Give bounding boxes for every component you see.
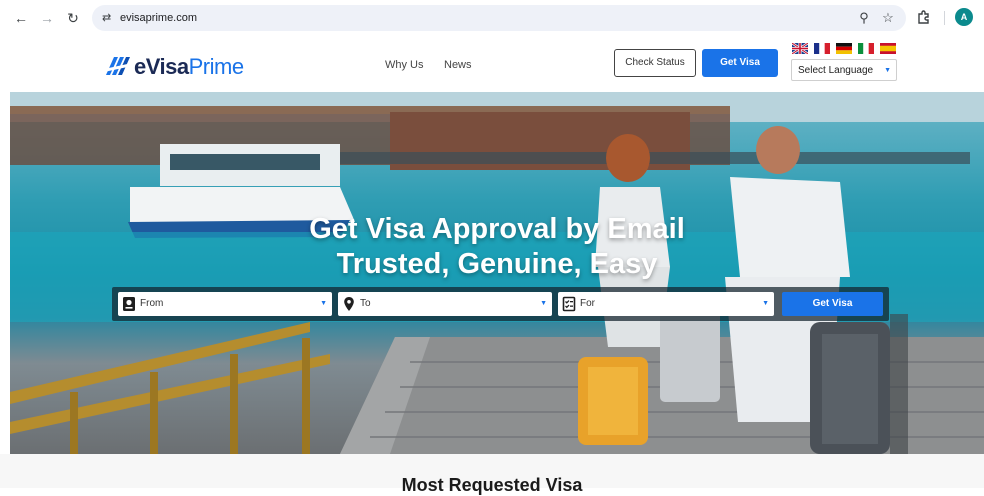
profile-avatar[interactable]: A	[955, 8, 973, 26]
logo-mark-icon	[104, 57, 132, 75]
hero-banner: Get Visa Approval by Email Trusted, Genu…	[10, 92, 984, 454]
site-logo[interactable]: eVisaPrime	[104, 53, 244, 81]
zoom-icon[interactable]: ⚲	[856, 11, 872, 25]
bookmark-star-icon[interactable]: ☆	[880, 11, 896, 25]
logo-text: eVisaPrime	[134, 54, 244, 79]
language-select[interactable]: Select Language ▼	[791, 59, 897, 81]
france-flag-icon[interactable]	[814, 43, 830, 54]
browser-toolbar: ← → ↻ ⇄ evisaprime.com ⚲ ☆ A	[0, 0, 984, 36]
site-header: eVisaPrime Why Us News Check Status Get …	[0, 36, 984, 92]
chevron-down-icon: ▼	[320, 300, 327, 307]
reload-icon[interactable]: ↻	[64, 9, 82, 27]
forward-arrow-icon[interactable]: →	[38, 9, 56, 27]
chevron-down-icon: ▼	[762, 300, 769, 307]
spain-flag-icon[interactable]	[880, 43, 896, 54]
uk-flag-icon[interactable]	[792, 43, 808, 54]
chevron-down-icon: ▼	[884, 67, 891, 74]
section-title: Most Requested Visa	[401, 475, 583, 495]
germany-flag-icon[interactable]	[836, 43, 852, 54]
for-label: For	[580, 298, 595, 309]
check-status-button[interactable]: Check Status	[614, 49, 696, 77]
to-select[interactable]: To ▼	[338, 292, 552, 316]
from-select[interactable]: From ▼	[118, 292, 332, 316]
nav-news[interactable]: News	[444, 58, 472, 72]
language-flags	[792, 43, 902, 55]
nav-why-us[interactable]: Why Us	[385, 58, 424, 72]
to-label: To	[360, 298, 371, 309]
italy-flag-icon[interactable]	[858, 43, 874, 54]
most-requested-section: Most Requested Visa	[0, 454, 984, 495]
site-info-icon[interactable]: ⇄	[102, 11, 116, 25]
toolbar-divider	[944, 11, 945, 25]
checklist-icon	[562, 296, 576, 312]
location-pin-icon	[344, 297, 354, 311]
url-text[interactable]: evisaprime.com	[120, 11, 197, 25]
get-visa-search-button[interactable]: Get Visa	[782, 292, 883, 316]
visa-search-bar: From ▼ To ▼ For ▼ Get Visa	[112, 287, 889, 321]
for-select[interactable]: For ▼	[558, 292, 774, 316]
back-arrow-icon[interactable]: ←	[12, 9, 30, 27]
get-visa-header-button[interactable]: Get Visa	[702, 49, 778, 77]
language-select-label: Select Language	[798, 65, 874, 76]
chevron-down-icon: ▼	[540, 300, 547, 307]
passport-icon	[123, 297, 135, 311]
address-bar[interactable]: ⇄ evisaprime.com ⚲ ☆	[92, 5, 906, 31]
hero-title-line1: Get Visa Approval by Email	[309, 213, 685, 245]
hero-title-line2: Trusted, Genuine, Easy	[336, 248, 658, 280]
from-label: From	[140, 298, 164, 309]
extensions-icon[interactable]	[916, 9, 932, 25]
